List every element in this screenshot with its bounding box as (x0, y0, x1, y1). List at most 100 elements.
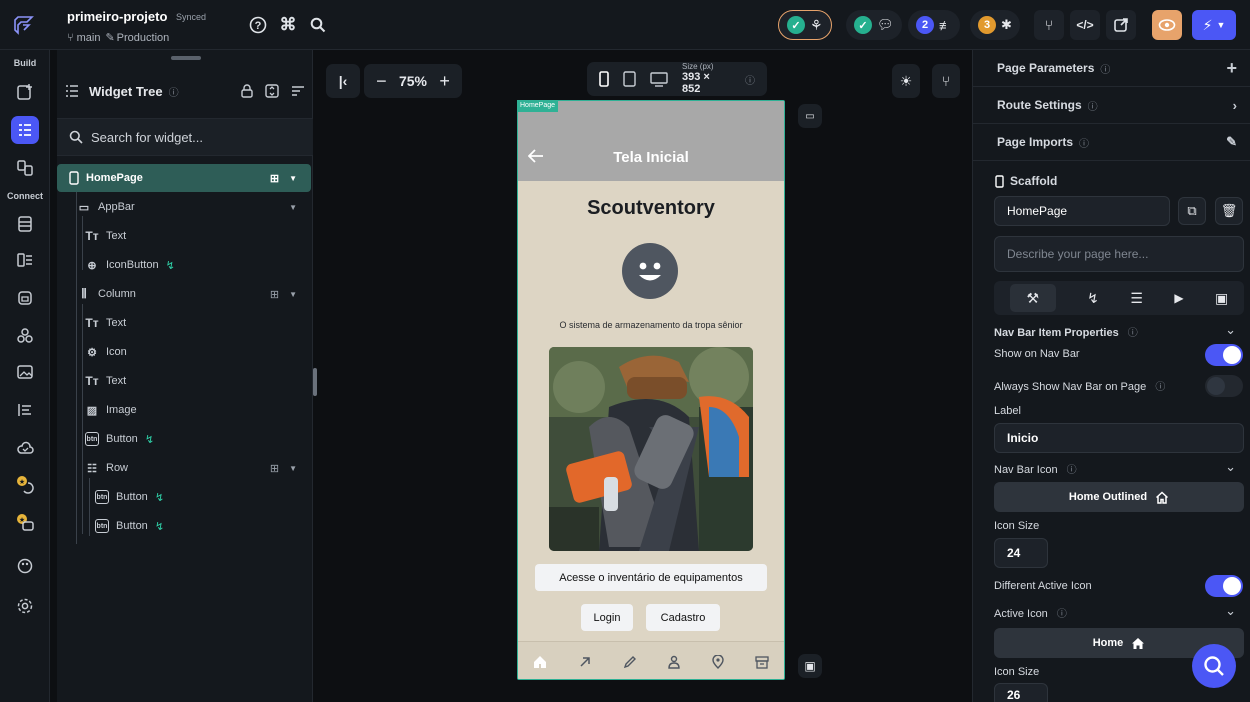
always-show-nav-toggle[interactable] (1205, 375, 1243, 397)
chevron-right-icon[interactable]: › (1233, 98, 1237, 113)
info-icon[interactable]: ⓘ (1067, 465, 1077, 476)
collapse-panel-button[interactable]: |‹ (326, 64, 360, 98)
tree-node-button[interactable]: btn Button ↯ (85, 427, 154, 451)
ai-robot-icon[interactable]: ★ (11, 508, 39, 536)
add-child-icon[interactable]: ⊞ (270, 288, 279, 301)
tab-backend-query-icon[interactable]: ☰ (1130, 290, 1143, 307)
location-pin-icon[interactable] (712, 654, 724, 669)
tab-animations-icon[interactable]: ▶ (1174, 291, 1183, 305)
show-on-nav-toggle[interactable] (1205, 344, 1243, 366)
tree-node-iconbutton[interactable]: ⊕ IconButton ↯ (85, 253, 174, 277)
delete-page-button[interactable]: 🗑︎ (1215, 197, 1243, 225)
info-icon[interactable]: ⓘ (1100, 61, 1110, 76)
login-button[interactable]: Login (581, 604, 633, 631)
info-icon[interactable]: ⓘ (169, 84, 179, 99)
tree-node-column[interactable]: ⫼ Column ⊞ ▼ (77, 282, 311, 306)
zoom-in-icon[interactable]: + (439, 71, 450, 92)
tree-node-row[interactable]: ☷ Row ⊞ ▼ (85, 456, 311, 480)
open-external-button[interactable] (1106, 10, 1136, 40)
theme-icon[interactable] (11, 396, 39, 424)
tree-node-image[interactable]: ▨ Image (85, 398, 137, 422)
panel-drag-handle[interactable] (171, 56, 201, 60)
expand-collapse-icon[interactable] (265, 84, 279, 98)
app-state-icon[interactable] (11, 284, 39, 312)
info-icon[interactable]: ⓘ (1155, 382, 1165, 393)
add-icon[interactable]: + (1226, 58, 1237, 79)
inventory-button[interactable]: Acesse o inventário de equipamentos (535, 564, 767, 591)
design-system-icon[interactable] (11, 552, 39, 580)
command-icon[interactable]: ⌘ (275, 12, 301, 38)
tree-node-appbar[interactable]: ▭ AppBar ▼ (77, 195, 311, 219)
panel-resize-handle[interactable] (313, 368, 317, 396)
project-name[interactable]: primeiro-projeto (67, 9, 167, 24)
settings-gear-icon[interactable] (11, 592, 39, 620)
preview-button[interactable] (1152, 10, 1182, 40)
tree-node-homepage[interactable]: HomePage ⊞ ▼ (57, 164, 311, 192)
phone-icon[interactable] (599, 71, 609, 87)
tree-node-button[interactable]: btn Button ↯ (95, 514, 164, 538)
navbar-toggle-button[interactable]: ▣ (798, 654, 822, 678)
chevron-down-icon[interactable]: ▼ (289, 290, 297, 299)
info-icon[interactable]: ⓘ (1088, 98, 1098, 113)
code-button[interactable]: </> (1070, 10, 1100, 40)
chevron-down-icon[interactable]: ⌄ (1225, 322, 1236, 338)
filter-list-icon[interactable] (291, 85, 305, 97)
tab-state-icon[interactable]: ▣ (1215, 290, 1228, 307)
add-widget-icon[interactable] (11, 78, 39, 106)
run-button[interactable]: ⚡︎ ▼ (1192, 10, 1236, 40)
zoom-out-icon[interactable]: − (376, 71, 387, 92)
tree-node-text[interactable]: Tт Text (85, 311, 126, 335)
chevron-down-icon[interactable]: ▼ (289, 174, 297, 183)
bugs-pill[interactable]: 3 ✱ (970, 10, 1020, 40)
icon-size-input[interactable]: 24 (994, 538, 1048, 568)
integrations-icon[interactable] (11, 322, 39, 350)
search-help-button[interactable] (1192, 644, 1236, 688)
appbar-toggle-button[interactable]: ▭ (798, 104, 822, 128)
flutterflow-check-pill[interactable]: ✓ ⚘ (778, 10, 832, 40)
nav-label-input[interactable]: Inicio (994, 423, 1244, 453)
chevron-down-icon[interactable]: ⌄ (1225, 603, 1236, 619)
chevron-down-icon[interactable]: ▼ (289, 464, 297, 473)
different-active-icon-toggle[interactable] (1205, 575, 1243, 597)
tree-node-icon[interactable]: ⚙ Icon (85, 340, 127, 364)
archive-box-icon[interactable] (754, 655, 769, 669)
desktop-icon[interactable] (650, 71, 668, 87)
tab-actions-icon[interactable]: ↯ (1087, 290, 1099, 307)
issues-pill[interactable]: 2 ≢ (908, 10, 960, 40)
media-assets-icon[interactable] (11, 358, 39, 386)
flutterflow-logo-icon[interactable] (0, 0, 50, 50)
tree-node-button[interactable]: btn Button ↯ (95, 485, 164, 509)
chevron-down-icon[interactable]: ⌄ (1225, 459, 1236, 475)
storyboard-icon[interactable] (11, 154, 39, 182)
signup-button[interactable]: Cadastro (646, 604, 720, 631)
tree-node-text[interactable]: Tт Text (85, 224, 126, 248)
nav-icon-selector[interactable]: Home Outlined (994, 482, 1244, 512)
theme-toggle-button[interactable]: ☀ (892, 64, 920, 98)
help-icon[interactable]: ? (245, 12, 271, 38)
person-icon[interactable] (667, 655, 681, 669)
tab-properties-icon[interactable]: ⚒ (1009, 284, 1056, 312)
widget-search-input[interactable]: Search for widget... (57, 118, 313, 156)
lock-icon[interactable] (241, 84, 253, 98)
tree-view-button[interactable]: ⑂ (932, 64, 960, 98)
page-imports-row[interactable]: Page Imports ⓘ ✎ (973, 124, 1250, 161)
page-description-input[interactable]: Describe your page here... (994, 236, 1244, 272)
ai-agents-icon[interactable]: ★ (11, 470, 39, 498)
info-icon[interactable]: ⓘ (745, 72, 755, 87)
edit-pencil-icon[interactable]: ✎ (1226, 134, 1237, 150)
route-settings-row[interactable]: Route Settings ⓘ › (973, 87, 1250, 124)
chat-check-pill[interactable]: ✓ 💬︎ (846, 10, 902, 40)
nav-section-header[interactable]: Nav Bar Item Properties ⓘ (994, 324, 1138, 339)
arrow-up-right-icon[interactable] (578, 655, 592, 669)
cloud-functions-icon[interactable] (11, 434, 39, 462)
chevron-down-icon[interactable]: ▼ (289, 203, 297, 212)
home-icon[interactable] (533, 655, 547, 669)
widget-tree-icon[interactable] (11, 116, 39, 144)
page-name-input[interactable]: HomePage (994, 196, 1170, 226)
active-icon-size-input[interactable]: 26 (994, 683, 1048, 702)
tree-node-text[interactable]: Tт Text (85, 369, 126, 393)
info-icon[interactable]: ⓘ (1079, 135, 1089, 150)
info-icon[interactable]: ⓘ (1057, 609, 1067, 620)
info-icon[interactable]: ⓘ (1128, 328, 1138, 339)
branch-info[interactable]: ⑂ main ✎ Production (67, 31, 169, 45)
